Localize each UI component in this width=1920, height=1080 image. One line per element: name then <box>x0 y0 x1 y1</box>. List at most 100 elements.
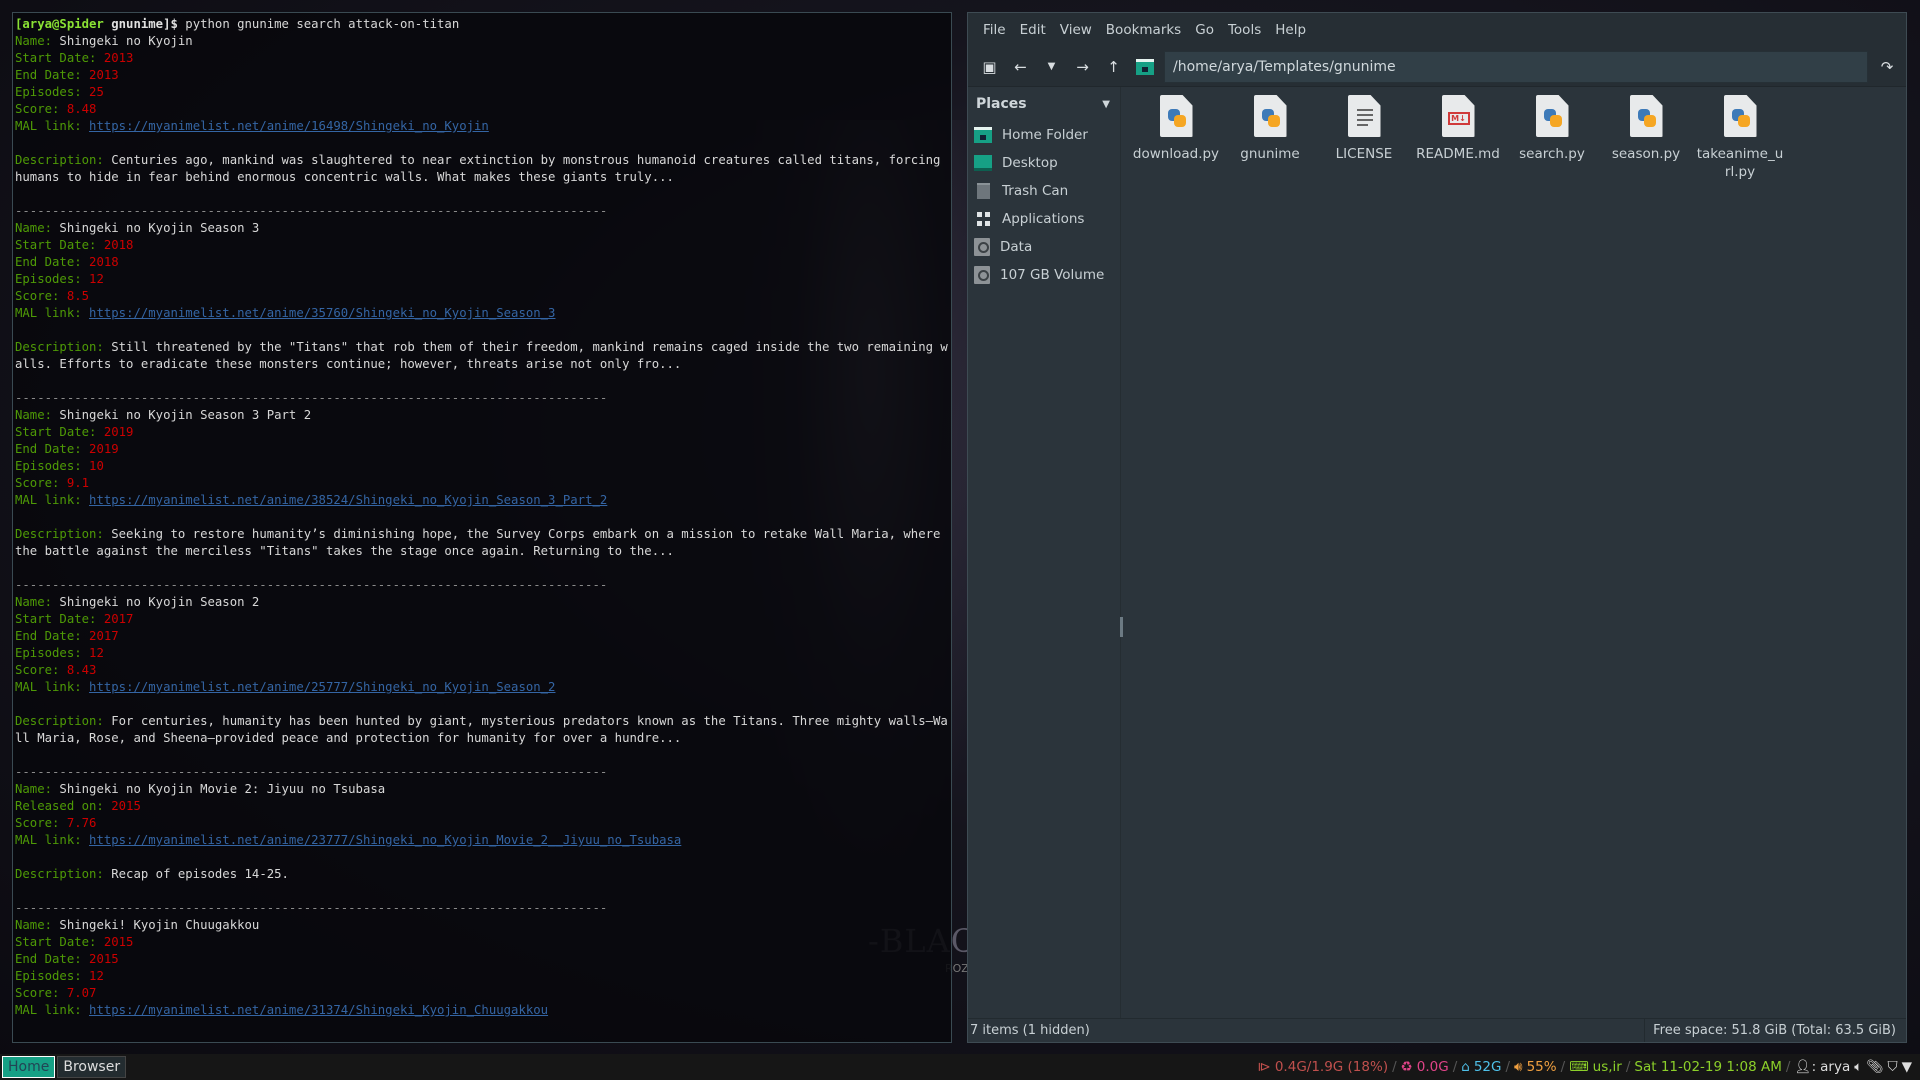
swap-usage: 0.0G <box>1416 1059 1449 1075</box>
file-list[interactable]: download.py gnunime LICENSE M↓ README.md sear… <box>1121 87 1906 1018</box>
new-tab-button[interactable]: ▣ <box>974 52 1005 82</box>
home-folder-icon <box>1135 58 1154 75</box>
episodes-value: 12 <box>89 969 104 983</box>
result-name: Name: Shingeki no Kyojin Season 2 <box>15 594 949 611</box>
sidebar-item-home-folder[interactable]: Home Folder <box>968 121 1120 149</box>
applications-icon <box>977 211 990 227</box>
path-input[interactable]: /home/arya/Templates/gnunime <box>1164 50 1868 83</box>
taskbar-panel: Home Browser ⧐ 0.4G/1.9G (18%) / ♻ 0.0G / ⌂ 5… <box>0 1054 1920 1080</box>
result-start-date: Start Date: 2013 <box>15 50 949 67</box>
label-description: Description: <box>15 340 112 354</box>
network-tray-icon[interactable]: ▼ <box>1902 1059 1912 1075</box>
menu-view[interactable]: View <box>1053 22 1099 38</box>
history-dropdown[interactable]: ▼ <box>1036 52 1067 82</box>
label-score: Score: <box>15 102 67 116</box>
speaker-tray-icon[interactable]: 🔈︎ <box>1854 1059 1862 1075</box>
file-item[interactable]: search.py <box>1507 95 1597 163</box>
result-description: Description: Seeking to restore humanity… <box>15 526 949 560</box>
menu-file[interactable]: File <box>976 22 1013 38</box>
result-name: Name: Shingeki no Kyojin Season 3 <box>15 220 949 237</box>
home-button[interactable] <box>1129 52 1160 82</box>
result-mal-link: MAL link: https://myanimelist.net/anime/… <box>15 492 949 509</box>
released-value: 2015 <box>111 799 141 813</box>
menu-tools[interactable]: Tools <box>1221 22 1268 38</box>
label-end-date: End Date: <box>15 255 90 269</box>
label-score: Score: <box>15 986 67 1000</box>
result-start-date: Start Date: 2017 <box>15 611 949 628</box>
menu-edit[interactable]: Edit <box>1013 22 1053 38</box>
separator: ----------------------------------------… <box>15 203 949 220</box>
python-file-icon <box>1723 95 1757 137</box>
start-date-value: 2018 <box>103 238 134 252</box>
sidebar-item-label: Home Folder <box>1002 127 1088 143</box>
menu-bookmarks[interactable]: Bookmarks <box>1099 22 1188 38</box>
file-item[interactable]: M↓ README.md <box>1413 95 1503 163</box>
trash-icon <box>977 183 990 199</box>
keyboard-icon: ⌨ <box>1569 1059 1589 1075</box>
file-item[interactable]: LICENSE <box>1319 95 1409 163</box>
new-tab-icon: ▣ <box>982 57 997 76</box>
mal-link[interactable]: https://myanimelist.net/anime/16498/Shin… <box>89 119 489 133</box>
separator: ----------------------------------------… <box>15 764 949 781</box>
mal-link[interactable]: https://myanimelist.net/anime/35760/Shin… <box>89 306 555 320</box>
score-value: 9.1 <box>66 476 90 490</box>
result-end-date: End Date: 2017 <box>15 628 949 645</box>
sidebar-item-107gb-volume[interactable]: 107 GB Volume <box>968 261 1120 289</box>
home-folder-icon <box>974 127 992 143</box>
file-item[interactable]: season.py <box>1601 95 1691 163</box>
go-button[interactable]: ↷ <box>1868 58 1906 76</box>
mal-link[interactable]: https://myanimelist.net/anime/31374/Shin… <box>89 1003 548 1017</box>
label-released: Released on: <box>15 799 112 813</box>
terminal-window[interactable]: [arya@Spider gnunime]$ python gnunime se… <box>12 12 952 1043</box>
anime-name: Shingeki no Kyojin Season 3 <box>59 221 260 235</box>
shield-tray-icon[interactable]: ⛉ <box>1887 1059 1897 1075</box>
file-name: search.py <box>1519 146 1585 162</box>
file-item[interactable]: gnunime <box>1225 95 1315 163</box>
workspace-home[interactable]: Home <box>2 1056 56 1078</box>
sidebar-item-trash[interactable]: Trash Can <box>968 177 1120 205</box>
label-end-date: End Date: <box>15 952 90 966</box>
result-released: Released on: 2015 <box>15 798 949 815</box>
file-item[interactable]: download.py <box>1131 95 1221 163</box>
result-mal-link: MAL link: https://myanimelist.net/anime/… <box>15 832 949 849</box>
keyboard-layout[interactable]: us,ir <box>1593 1059 1622 1075</box>
places-sidebar: Places ▼ Home Folder Desktop Trash Can Ap… <box>968 87 1121 1018</box>
drive-icon <box>974 266 990 284</box>
sidebar-item-data[interactable]: Data <box>968 233 1120 261</box>
places-header[interactable]: Places ▼ <box>968 87 1120 121</box>
label-start-date: Start Date: <box>15 612 104 626</box>
menu-bar: File Edit View Bookmarks Go Tools Help <box>968 13 1906 47</box>
workspace-browser[interactable]: Browser <box>57 1056 127 1078</box>
mal-link[interactable]: https://myanimelist.net/anime/25777/Shin… <box>89 680 555 694</box>
menu-go[interactable]: Go <box>1188 22 1221 38</box>
python-file-icon <box>1629 95 1663 137</box>
mal-link[interactable]: https://myanimelist.net/anime/23777/Shin… <box>89 833 681 847</box>
sidebar-resize-handle[interactable] <box>1120 617 1123 637</box>
label-name: Name: <box>15 221 60 235</box>
datetime[interactable]: Sat 11-02-19 1:08 AM <box>1634 1059 1782 1075</box>
start-date-value: 2019 <box>103 425 134 439</box>
file-manager-window[interactable]: File Edit View Bookmarks Go Tools Help ▣… <box>967 12 1907 1043</box>
swap-icon: ♻ <box>1400 1059 1413 1075</box>
forward-button[interactable]: → <box>1067 52 1098 82</box>
result-name: Name: Shingeki no Kyojin Movie 2: Jiyuu … <box>15 781 949 798</box>
sidebar-item-applications[interactable]: Applications <box>968 205 1120 233</box>
sidebar-item-label: Desktop <box>1002 155 1058 171</box>
sidebar-item-desktop[interactable]: Desktop <box>968 149 1120 177</box>
paperclip-tray-icon[interactable]: 📎︎ <box>1866 1059 1883 1075</box>
back-button[interactable]: ← <box>1005 52 1036 82</box>
file-item[interactable]: takeanime_url.py <box>1695 95 1785 181</box>
menu-help[interactable]: Help <box>1268 22 1313 38</box>
label-mal-link: MAL link: <box>15 680 90 694</box>
start-date-value: 2013 <box>103 51 134 65</box>
up-arrow-icon: ↑ <box>1107 57 1120 76</box>
up-button[interactable]: ↑ <box>1098 52 1129 82</box>
result-mal-link: MAL link: https://myanimelist.net/anime/… <box>15 305 949 322</box>
mal-link[interactable]: https://myanimelist.net/anime/38524/Shin… <box>89 493 607 507</box>
separator-line: ----------------------------------------… <box>15 901 608 915</box>
python-file-icon <box>1253 95 1287 137</box>
